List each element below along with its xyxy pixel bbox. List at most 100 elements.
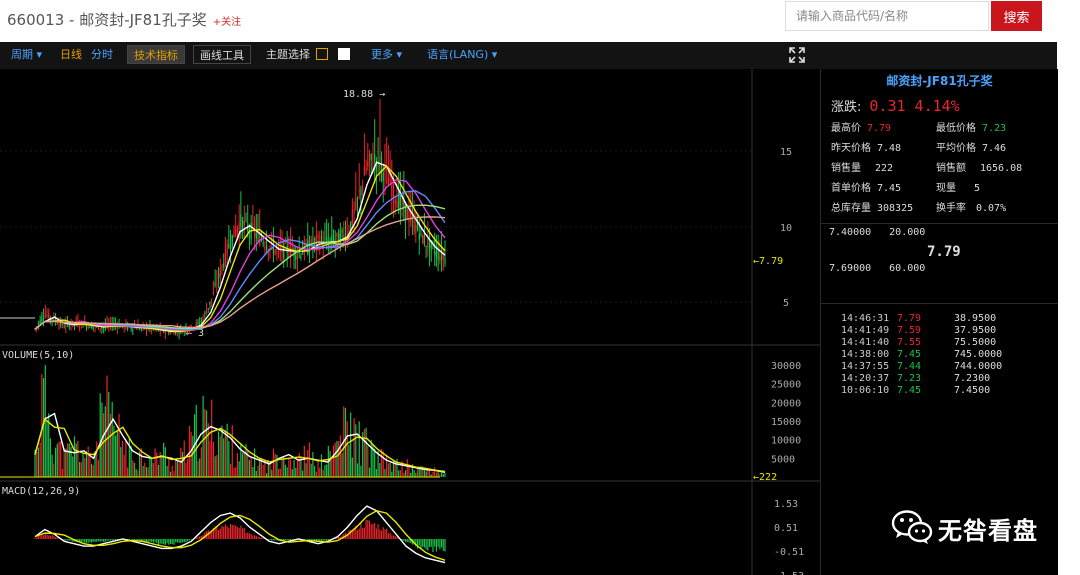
volume-bar (410, 472, 412, 477)
volume-bar (84, 458, 86, 477)
trade-qty: 7.4500 (954, 385, 991, 396)
volume-bar (440, 472, 443, 477)
divider (821, 303, 1058, 304)
volume-bar (336, 440, 338, 477)
volume-bar (356, 463, 359, 477)
volume-bar (248, 460, 251, 477)
change-label: 涨跌: (831, 100, 862, 115)
candle-body (243, 220, 245, 226)
volume-bar (310, 463, 312, 477)
more-menu[interactable]: 更多 ▾ (371, 47, 402, 63)
volume-bar (99, 393, 101, 477)
drawing-tools-button[interactable]: 画线工具 (193, 45, 251, 64)
candle-body (413, 219, 415, 232)
volume-bar (207, 423, 209, 477)
volume-bar (241, 452, 244, 477)
volume-bar (121, 440, 124, 477)
ask-row: 7.40000 20.000 (829, 227, 926, 238)
follow-button[interactable]: +关注 (213, 17, 241, 28)
bid-row: 7.69000 60.000 (829, 263, 926, 274)
candle-body (212, 291, 215, 295)
candle-body (401, 198, 403, 205)
volume-bar (116, 429, 118, 477)
candle-body (351, 209, 353, 223)
theme-label: 主题选择 (266, 48, 310, 61)
volume-bar (92, 465, 94, 477)
candle-body (391, 184, 393, 198)
volume-bar (317, 459, 319, 477)
volume-bar (37, 447, 40, 477)
volume-bar (173, 471, 175, 477)
volume-bar (233, 467, 235, 477)
page-header: 660013 - 邮资封-JF81孔子奖 +关注 搜索 (0, 0, 1080, 42)
candle-body (293, 248, 295, 257)
fullscreen-icon[interactable] (789, 47, 805, 63)
tab-intraday[interactable]: 分时 (91, 47, 113, 63)
indicators-button[interactable]: 技术指标 (127, 45, 185, 64)
volume-bar (149, 458, 151, 477)
change-value: 0.31 4.14% (869, 97, 960, 115)
candle-body (135, 328, 137, 330)
candle-body (235, 229, 237, 236)
volume-bar (257, 465, 259, 477)
volume-bar (178, 462, 180, 477)
candle-body (130, 327, 132, 329)
volume-bar (319, 467, 321, 477)
period-menu[interactable]: 周期 ▾ (11, 47, 42, 63)
candle-body (223, 263, 225, 268)
candle-body (204, 312, 206, 314)
macd-title: MACD(12,26,9) (2, 486, 80, 497)
candle-body (442, 256, 444, 259)
candle-body (444, 258, 446, 264)
theme-light-swatch[interactable] (338, 48, 350, 60)
volume-bar (265, 473, 268, 477)
volume-bar (175, 459, 177, 477)
volume-bar (290, 459, 292, 477)
volume-bar (262, 465, 264, 477)
candle-body (435, 250, 438, 257)
volume-bar (204, 408, 206, 477)
volume-bar (54, 447, 57, 477)
wechat-icon (891, 510, 933, 544)
candle-body (168, 331, 170, 334)
candle-body (336, 233, 338, 237)
search-input[interactable] (785, 1, 989, 31)
volume-bar (370, 439, 372, 477)
candle-body (320, 236, 323, 241)
volume-bar (118, 413, 120, 477)
trade-price: 7.45 (897, 349, 922, 360)
volume-bar (314, 465, 316, 477)
search-button[interactable]: 搜索 (991, 1, 1042, 31)
product-name: - 邮资封-JF81孔子奖 (64, 11, 207, 29)
volume-bar (375, 468, 377, 477)
volume-bar (391, 471, 393, 477)
volume-bar (87, 446, 89, 477)
candle-body (48, 312, 50, 319)
volume-bar (132, 460, 134, 477)
candle-body (418, 233, 420, 241)
volume-bar (238, 461, 240, 477)
volume-bar (130, 445, 132, 477)
volume-bar (444, 472, 446, 477)
volume-bar (382, 451, 384, 477)
tab-daily[interactable]: 日线 (60, 47, 82, 63)
volume-bar (228, 441, 230, 477)
volume-bar (283, 457, 285, 477)
stat-volume: 销售量 222 (831, 163, 894, 174)
volume-bar (295, 467, 297, 477)
candle-body (324, 238, 326, 240)
theme-dark-swatch[interactable] (316, 48, 328, 60)
stat-low: 最低价格 7.23 (936, 123, 1007, 134)
volume-bar (351, 457, 353, 477)
volume-bar (217, 431, 220, 477)
language-menu[interactable]: 语言(LANG) ▾ (427, 47, 497, 63)
product-title: 660013 - 邮资封-JF81孔子奖 +关注 (7, 9, 241, 30)
volume-bar (171, 465, 173, 477)
volume-bar (53, 463, 55, 477)
trade-price: 7.79 (897, 313, 922, 324)
volume-bar (416, 468, 419, 477)
volume-bar (236, 453, 239, 477)
volume-bar (181, 451, 184, 477)
chart-area[interactable]: 15 10 5 ←7.79 18.88 → ← 3 VOLUME(5,10) 3… (0, 69, 820, 575)
trade-row: 14:38:00 7.45 745.0000 (841, 349, 1002, 360)
